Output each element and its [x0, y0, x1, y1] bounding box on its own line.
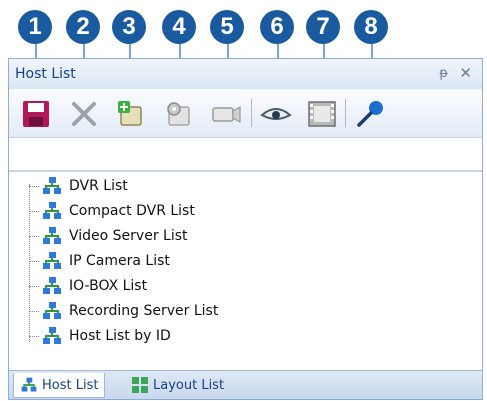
tree-item-label: Recording Server List	[69, 303, 219, 319]
tree-item-label: Compact DVR List	[69, 203, 195, 219]
network-group-icon	[43, 277, 61, 294]
eye-icon	[260, 108, 292, 120]
network-group-icon	[43, 202, 61, 219]
device-settings-button[interactable]	[161, 97, 195, 131]
network-group-icon	[43, 227, 61, 244]
network-group-icon	[21, 377, 37, 392]
tree-connector	[29, 210, 39, 212]
network-group-icon	[43, 302, 61, 319]
bottom-tabbar: Host List Layout List	[9, 370, 482, 399]
tree-item-label: IP Camera List	[69, 253, 170, 269]
camera-button[interactable]	[209, 97, 243, 131]
tree-connector	[29, 285, 39, 287]
panel-titlebar: Host List ᵽ ✕	[9, 59, 482, 90]
film-icon	[308, 101, 336, 127]
host-tree: DVR List Compact DVR List Video Server L…	[9, 171, 482, 362]
delete-button[interactable]	[67, 97, 101, 131]
save-icon	[23, 101, 49, 127]
tab-label: Layout List	[153, 377, 225, 393]
microphone-button[interactable]	[353, 97, 387, 131]
network-group-icon	[43, 252, 61, 269]
close-icon[interactable]: ✕	[459, 64, 472, 82]
callout-6: 6	[260, 10, 294, 44]
tree-item-label: DVR List	[69, 178, 128, 194]
tree-item-label: Host List by ID	[69, 328, 171, 344]
tree-connector	[29, 185, 39, 187]
panel-title: Host List	[15, 66, 76, 82]
tree-item-dvr-list[interactable]: DVR List	[29, 174, 128, 198]
search-input[interactable]	[13, 142, 478, 166]
tree-connector	[29, 310, 39, 312]
callout-1: 1	[18, 10, 52, 44]
tab-host-list[interactable]: Host List	[13, 373, 106, 398]
view-button[interactable]	[259, 97, 293, 131]
callout-8: 8	[354, 10, 388, 44]
add-device-icon	[118, 101, 142, 126]
tree-item-recording-server-list[interactable]: Recording Server List	[29, 299, 218, 323]
save-button[interactable]	[19, 97, 53, 131]
callout-3: 3	[112, 10, 146, 44]
toolbar-separator	[251, 99, 252, 127]
callout-4: 4	[162, 10, 196, 44]
tree-connector	[29, 235, 39, 237]
network-group-icon	[43, 327, 61, 344]
tree-item-compact-dvr-list[interactable]: Compact DVR List	[29, 199, 195, 223]
tree-item-io-box-list[interactable]: IO-BOX List	[29, 274, 147, 298]
playback-button[interactable]	[305, 97, 339, 131]
tree-item-video-server-list[interactable]: Video Server List	[29, 224, 188, 248]
tree-item-host-list-by-id[interactable]: Host List by ID	[29, 324, 171, 348]
tree-connector	[29, 260, 39, 262]
microphone-icon	[357, 101, 383, 127]
tab-label: Host List	[42, 377, 99, 393]
tree-item-label: Video Server List	[69, 228, 188, 244]
add-device-button[interactable]	[113, 97, 147, 131]
toolbar-separator	[345, 99, 346, 127]
tree-item-label: IO-BOX List	[69, 278, 148, 294]
tree-item-ip-camera-list[interactable]: IP Camera List	[29, 249, 170, 273]
toolbar	[9, 89, 482, 138]
callout-5: 5	[210, 10, 244, 44]
filter-strip	[9, 138, 482, 171]
camera-icon	[212, 105, 241, 124]
callout-7: 7	[306, 10, 340, 44]
tree-connector	[29, 335, 39, 337]
layout-grid-icon	[132, 377, 148, 393]
settings-device-icon	[167, 102, 190, 126]
network-group-icon	[43, 177, 61, 194]
pin-icon[interactable]: ᵽ	[439, 66, 448, 81]
delete-icon	[72, 102, 96, 126]
host-list-panel: Host List ᵽ ✕ DVR List Compact DVR List …	[8, 58, 483, 400]
callout-2: 2	[66, 10, 100, 44]
tab-layout-list[interactable]: Layout List	[125, 373, 230, 397]
